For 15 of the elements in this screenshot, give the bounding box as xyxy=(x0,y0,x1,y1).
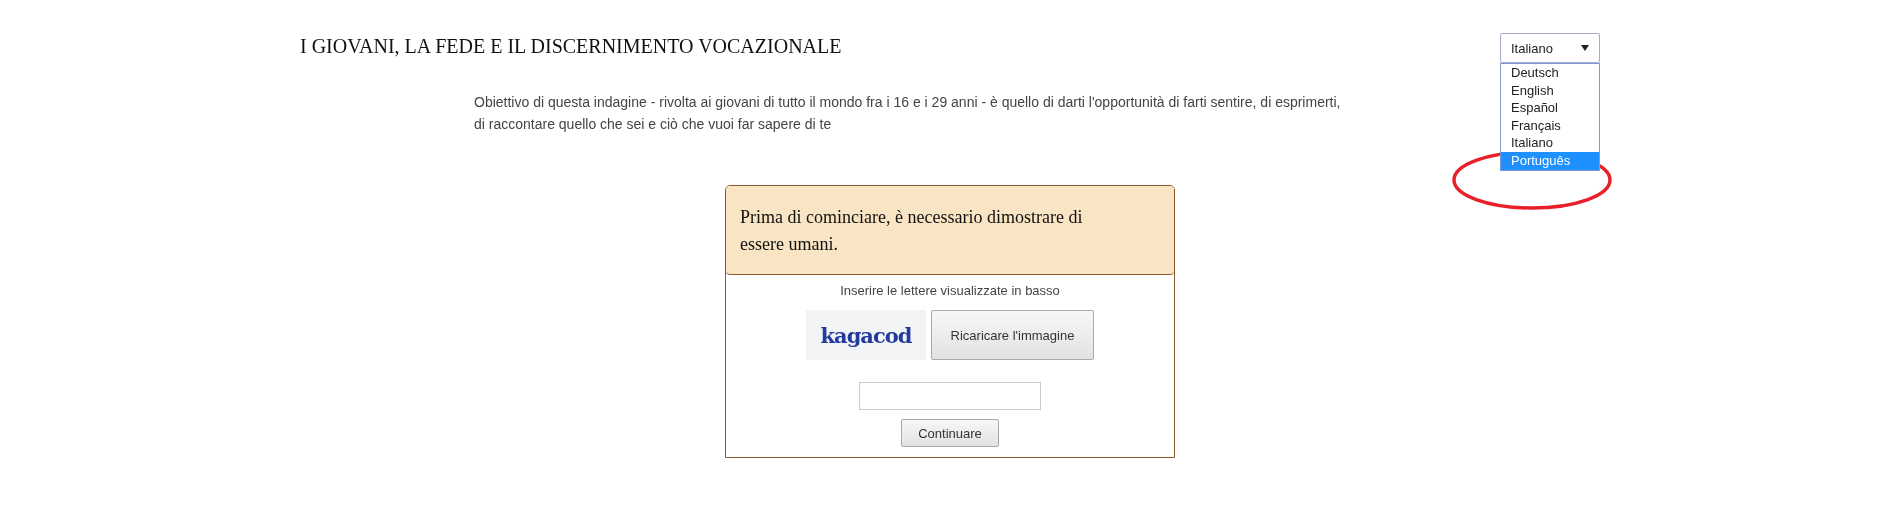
captcha-image: kagacod xyxy=(806,310,926,360)
intro-text: Obiettivo di questa indagine - rivolta ai giovani di tutto il mondo fra i 16 e i 29 anni - è quello di darti l'opportunità di farti sentire, di esprimerti, di raccontare quello che sei e ciò che vuoi far sapere di te xyxy=(474,93,1342,134)
language-option[interactable]: Italiano xyxy=(1501,134,1599,152)
language-select[interactable]: Italiano xyxy=(1500,33,1600,63)
language-option[interactable]: Français xyxy=(1501,116,1599,135)
language-option[interactable]: Español xyxy=(1501,99,1599,117)
language-option[interactable]: English xyxy=(1501,81,1599,100)
page-title: I GIOVANI, LA FEDE E IL DISCERNIMENTO VOCAZIONALE xyxy=(300,35,843,58)
caret-icon xyxy=(1581,45,1589,51)
instruction-text: Inserire le lettere visualizzate in basso xyxy=(840,283,1060,298)
continue-button[interactable]: Continuare xyxy=(901,419,999,447)
language-option[interactable]: Deutsch xyxy=(1501,64,1599,82)
input-field[interactable] xyxy=(859,382,1041,410)
card-header: Prima di cominciare, è necessario dimostrare di essere umani. xyxy=(726,186,1174,275)
reload-button[interactable]: Ricaricare l'immagine xyxy=(931,310,1094,360)
